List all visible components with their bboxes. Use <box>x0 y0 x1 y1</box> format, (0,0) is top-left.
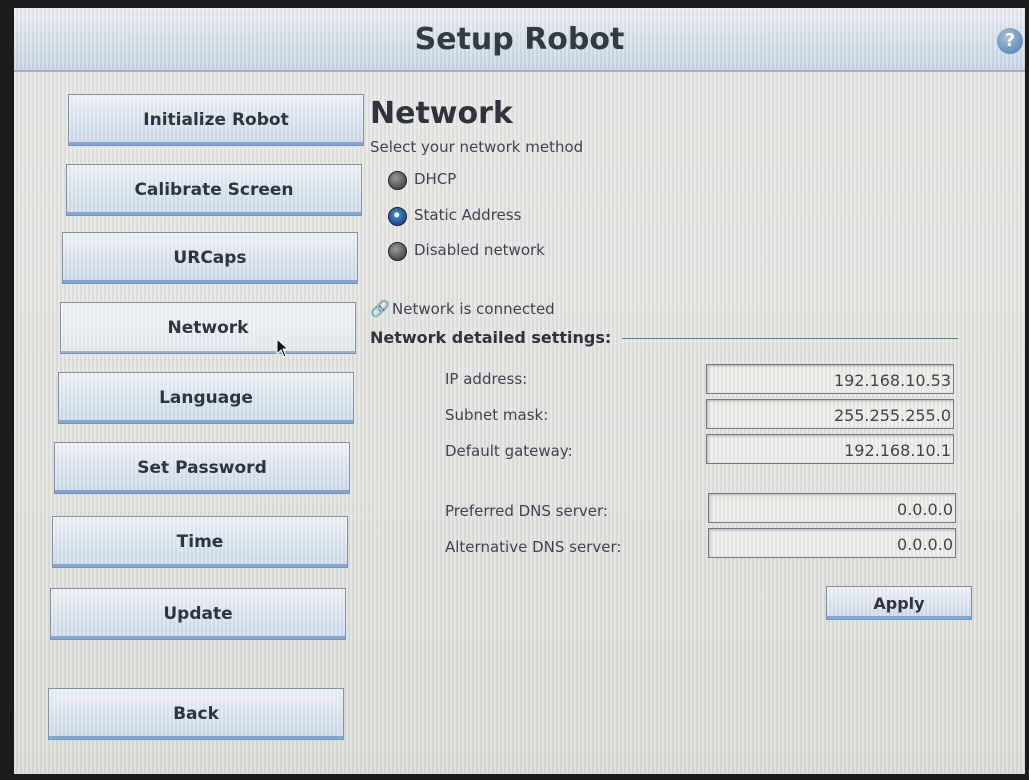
set-password-button[interactable]: Set Password <box>54 442 350 494</box>
urcaps-label: URCaps <box>173 248 247 268</box>
default-gateway-field[interactable]: 192.168.10.1 <box>706 434 954 464</box>
language-button[interactable]: Language <box>58 372 354 424</box>
language-label: Language <box>159 388 253 408</box>
static-address-radio[interactable] <box>388 207 407 226</box>
alternative-dns-field[interactable]: 0.0.0.0 <box>708 528 956 558</box>
network-label: Network <box>167 318 249 338</box>
calibrate-screen-button[interactable]: Calibrate Screen <box>66 164 362 216</box>
ip-address-field[interactable]: 192.168.10.53 <box>706 364 954 394</box>
calibrate-screen-label: Calibrate Screen <box>134 180 294 200</box>
update-button[interactable]: Update <box>50 588 346 640</box>
page-title: Setup Robot <box>414 22 625 57</box>
section-title: Network <box>370 96 513 131</box>
subnet-mask-field[interactable]: 255.255.255.0 <box>706 399 954 429</box>
time-button[interactable]: Time <box>52 516 348 568</box>
details-divider <box>622 338 958 339</box>
disabled-network-radio[interactable] <box>388 242 407 261</box>
back-label: Back <box>173 704 219 724</box>
details-heading: Network detailed settings: <box>370 328 612 347</box>
alternative-dns-label: Alternative DNS server: <box>445 538 622 556</box>
apply-button[interactable]: Apply <box>826 586 972 620</box>
preferred-dns-field[interactable]: 0.0.0.0 <box>708 493 956 523</box>
dhcp-label: DHCP <box>414 170 457 188</box>
disabled-network-label: Disabled network <box>414 241 545 259</box>
setup-robot-screen: Setup Robot ? Initialize Robot Calibrate… <box>14 8 1025 774</box>
title-bar: Setup Robot ? <box>14 8 1025 72</box>
default-gateway-label: Default gateway: <box>445 442 573 460</box>
link-icon: 🔗 <box>370 299 390 318</box>
subnet-mask-label: Subnet mask: <box>445 406 549 424</box>
update-label: Update <box>163 604 233 624</box>
connection-status: Network is connected <box>392 300 555 318</box>
initialize-robot-button[interactable]: Initialize Robot <box>68 94 364 146</box>
initialize-robot-label: Initialize Robot <box>143 110 289 130</box>
set-password-label: Set Password <box>137 458 267 478</box>
dhcp-radio[interactable] <box>388 171 407 190</box>
help-icon[interactable]: ? <box>997 28 1023 54</box>
urcaps-button[interactable]: URCaps <box>62 232 358 284</box>
preferred-dns-label: Preferred DNS server: <box>445 502 608 520</box>
static-address-label: Static Address <box>414 206 522 224</box>
ip-address-label: IP address: <box>445 370 528 388</box>
network-button[interactable]: Network <box>60 302 356 354</box>
time-label: Time <box>176 532 224 552</box>
back-button[interactable]: Back <box>48 688 344 740</box>
apply-label: Apply <box>873 593 925 613</box>
mouse-cursor-icon <box>276 338 290 358</box>
method-prompt: Select your network method <box>370 138 584 156</box>
